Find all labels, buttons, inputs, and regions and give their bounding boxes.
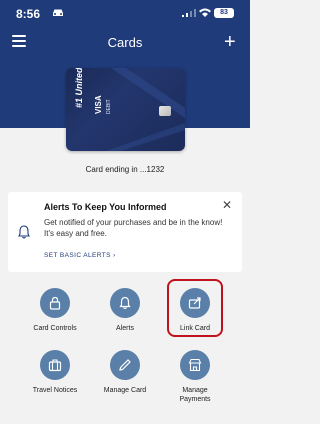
alerts-label: Alerts (116, 325, 134, 332)
bell-icon (18, 225, 30, 239)
signal-icon (182, 9, 196, 17)
pencil-icon (119, 359, 131, 371)
card-type: DEBIT (106, 99, 112, 114)
add-icon[interactable]: + (224, 32, 236, 52)
card-brand-logo: #1 United (74, 68, 84, 108)
card-controls-circle (40, 288, 70, 318)
lock-icon (49, 296, 61, 310)
status-time: 8:56 (16, 7, 41, 21)
debit-card-image[interactable]: #1 United VISA DEBIT (66, 68, 185, 151)
card-controls-label: Card Controls (33, 325, 77, 332)
manage-card-label: Manage Card (103, 387, 147, 394)
travel-notices-label: Travel Notices (32, 387, 78, 394)
card-caption: Card ending in ...1232 (85, 165, 165, 174)
top-nav: Cards + (0, 26, 250, 60)
highlight-box (167, 279, 223, 337)
status-bar: 8:56 83 (0, 0, 250, 26)
car-icon (53, 9, 63, 16)
card-network-logo: VISA (94, 95, 103, 114)
close-icon[interactable]: ✕ (222, 198, 232, 212)
chip-icon (159, 106, 171, 116)
battery-icon: 83 (214, 8, 234, 18)
manage-payments-button[interactable]: Manage Payments (155, 350, 235, 404)
store-icon (188, 358, 202, 372)
alerts-circle (110, 288, 140, 318)
bell-icon (119, 296, 131, 310)
travel-notices-button[interactable]: Travel Notices (15, 350, 95, 395)
manage-payments-circle (180, 350, 210, 380)
suitcase-icon (48, 359, 62, 372)
alert-banner: Alerts To Keep You Informed ✕ Get notifi… (8, 192, 242, 272)
alert-title: Alerts To Keep You Informed (44, 202, 167, 212)
manage-card-button[interactable]: Manage Card (85, 350, 165, 395)
manage-payments-label: Manage Payments (179, 387, 211, 403)
card-controls-button[interactable]: Card Controls (15, 288, 95, 333)
travel-notices-circle (40, 350, 70, 380)
wifi-icon (199, 8, 211, 17)
page-title: Cards (107, 35, 143, 50)
manage-card-circle (110, 350, 140, 380)
battery-level: 83 (220, 9, 228, 16)
set-basic-alerts-link[interactable]: SET BASIC ALERTS › (44, 252, 116, 259)
alerts-button[interactable]: Alerts (85, 288, 165, 333)
alert-text: Get notified of your purchases and be in… (44, 218, 223, 238)
